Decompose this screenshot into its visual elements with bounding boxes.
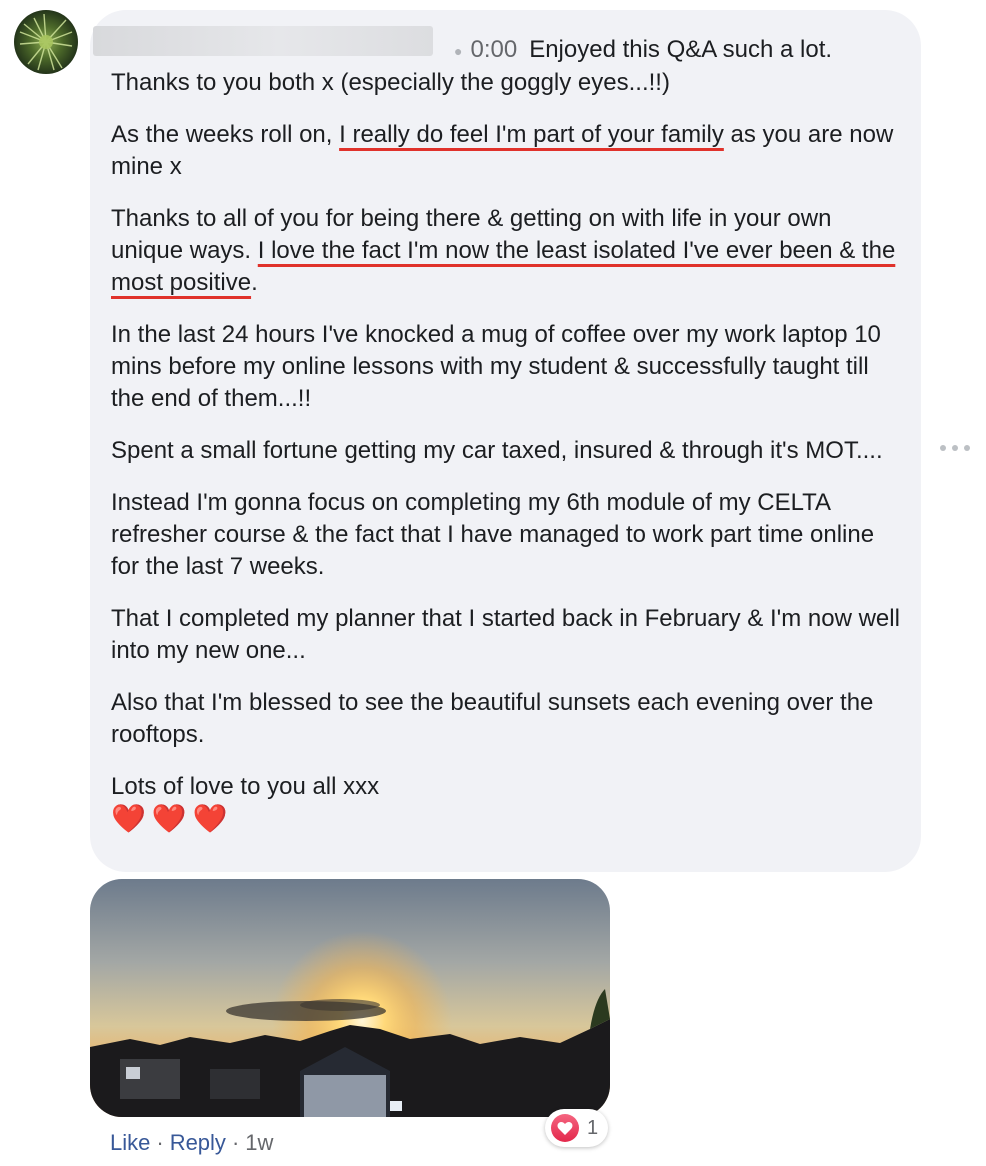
comment-text-line1: Enjoyed this Q&A such a lot. xyxy=(529,36,833,63)
comment-paragraph-6: Instead I'm gonna focus on completing my… xyxy=(111,488,875,580)
reaction-count: 1 xyxy=(587,1116,599,1139)
comment-paragraph-4: In the last 24 hours I've knocked a mug … xyxy=(111,320,881,412)
like-link[interactable]: Like xyxy=(110,1130,150,1155)
separator-dot: · xyxy=(156,1130,164,1155)
more-dot-2 xyxy=(952,445,958,451)
separator-dot: · xyxy=(231,1130,240,1155)
love-icon xyxy=(551,1114,579,1142)
more-options-icon[interactable] xyxy=(940,438,970,458)
reaction-summary[interactable]: 1 xyxy=(545,1109,609,1147)
comment-paragraph-7: That I completed my planner that I start… xyxy=(111,604,900,664)
comment-paragraph-5: Spent a small fortune getting my car tax… xyxy=(111,436,883,464)
heart-emojis: ❤️❤️❤️ xyxy=(111,802,234,834)
p2-text-pre: As the weeks roll on, xyxy=(111,120,340,148)
more-dot-3 xyxy=(964,445,970,451)
comment-bubble: ● 0:00 Enjoyed this Q&A such a lot. Thanks… xyxy=(90,10,921,872)
p2-highlight: I really do feel I'm part of your family xyxy=(339,120,724,148)
comment-paragraph-8: Also that I'm blessed to see the beautif… xyxy=(111,688,874,748)
redacted-author-name xyxy=(93,26,433,56)
comment-paragraph-9: Lots of love to you all xxx xyxy=(111,772,380,800)
reply-link[interactable]: Reply xyxy=(170,1130,226,1155)
comment-actions: Like · Reply · 1w xyxy=(110,1128,273,1158)
more-dot-1 xyxy=(940,445,946,451)
comment-paragraph-2: As the weeks roll on, I really do feel I… xyxy=(111,119,901,183)
timestamp-link[interactable]: 0:00 xyxy=(470,36,517,63)
comment-paragraph-3: Thanks to all of you for being there & g… xyxy=(111,203,901,299)
separator-dot: ● xyxy=(454,42,463,59)
commenter-avatar[interactable] xyxy=(14,10,78,74)
comment-paragraph-1: Thanks to you both x (especially the gog… xyxy=(111,68,670,96)
comment-age[interactable]: 1w xyxy=(245,1130,273,1155)
p3-text-post: . xyxy=(251,268,258,296)
attached-sunset-photo[interactable] xyxy=(90,879,610,1117)
